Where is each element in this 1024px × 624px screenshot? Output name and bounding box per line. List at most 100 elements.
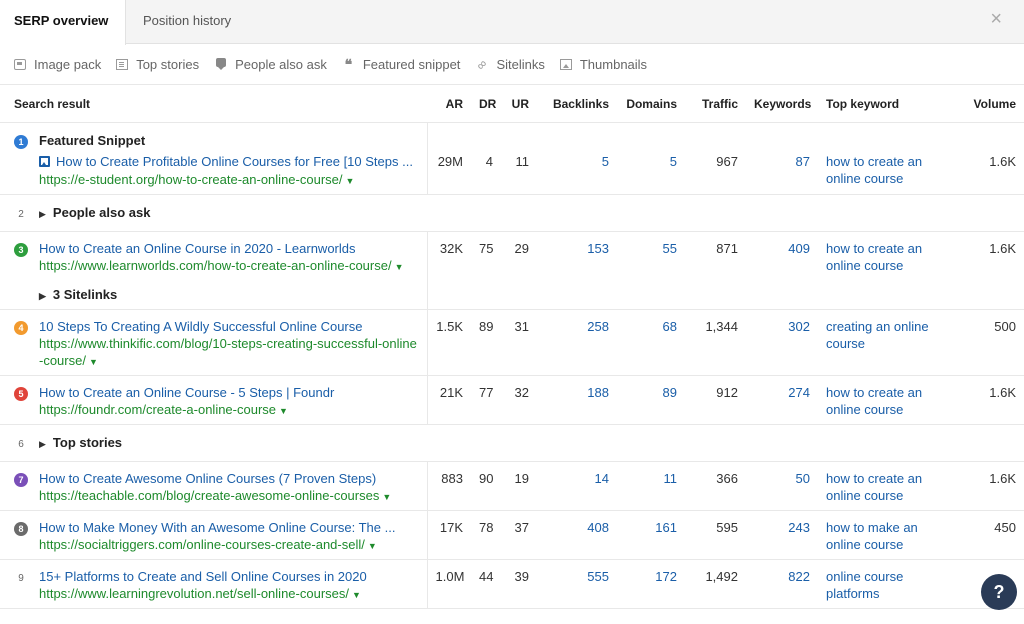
caret-down-icon[interactable]: ▼ (368, 541, 377, 551)
domains-value[interactable]: 161 (617, 510, 685, 560)
caret-down-icon[interactable]: ▼ (352, 590, 361, 600)
traffic-value: 1,492 (685, 559, 746, 609)
result-url[interactable]: https://e-student.org/how-to-create-an-o… (39, 172, 343, 187)
caret-down-icon[interactable]: ▼ (346, 176, 355, 186)
filter-label: Featured snippet (362, 56, 461, 72)
domains-value[interactable]: 68 (617, 309, 685, 376)
ur-value: 39 (501, 559, 537, 609)
keywords-value[interactable]: 243 (746, 510, 818, 560)
result-cell: 3 How to Create an Online Course in 2020… (0, 231, 428, 310)
backlinks-value[interactable]: 408 (537, 510, 617, 560)
backlinks-value[interactable]: 258 (537, 309, 617, 376)
result-title-link[interactable]: How to Create an Online Course in 2020 -… (39, 241, 356, 256)
ur-value: 37 (501, 510, 537, 560)
keywords-value[interactable]: 822 (746, 559, 818, 609)
domains-value[interactable]: 89 (617, 375, 685, 425)
ur-value: 31 (501, 309, 537, 376)
dr-value: 44 (471, 559, 501, 609)
tab-bar: SERP overview Position history × (0, 0, 1024, 45)
top-keyword-value[interactable]: creating an online course (818, 309, 956, 376)
serp-feature-filters: Image pack Top stories People also ask ❝… (14, 54, 662, 74)
col-domains[interactable]: Domains (617, 84, 685, 123)
volume-value: 1.6K (956, 231, 1024, 310)
caret-down-icon[interactable]: ▼ (395, 262, 404, 272)
result-url[interactable]: https://socialtriggers.com/online-course… (39, 537, 365, 552)
col-search-result[interactable]: Search result (0, 84, 427, 123)
tab-serp-overview[interactable]: SERP overview (0, 0, 126, 45)
col-volume[interactable]: Volume (956, 84, 1024, 123)
ar-value: 32K (427, 231, 471, 310)
domains-value[interactable]: 11 (617, 461, 685, 511)
filter-top-stories[interactable]: Top stories (116, 57, 199, 72)
position-number: 6 (18, 439, 24, 450)
close-icon[interactable]: × (990, 9, 1002, 29)
domains-value[interactable]: 172 (617, 559, 685, 609)
col-backlinks[interactable]: Backlinks (537, 84, 617, 123)
expand-triangle-icon[interactable]: ▶ (39, 209, 46, 219)
result-url[interactable]: https://foundr.com/create-a-online-cours… (39, 402, 276, 417)
expand-triangle-icon[interactable]: ▶ (39, 439, 46, 449)
caret-down-icon[interactable]: ▼ (279, 406, 288, 416)
result-cell: 1 Featured Snippet How to Create Profita… (0, 122, 428, 195)
empty-cell (427, 194, 1024, 232)
top-keyword-value[interactable]: how to create an online course (818, 375, 956, 425)
keywords-value[interactable]: 302 (746, 309, 818, 376)
col-keywords[interactable]: Keywords (746, 84, 818, 123)
keywords-value[interactable]: 87 (746, 122, 818, 195)
dr-value: 75 (471, 231, 501, 310)
help-button[interactable]: ? (981, 574, 1017, 610)
filter-thumbnails[interactable]: Thumbnails (559, 57, 647, 72)
top-keyword-value[interactable]: online course platforms (818, 559, 956, 609)
ur-value: 29 (501, 231, 537, 310)
caret-down-icon[interactable]: ▼ (382, 492, 391, 502)
ur-value: 32 (501, 375, 537, 425)
backlinks-value[interactable]: 14 (537, 461, 617, 511)
top-keyword-value[interactable]: how to create an online course (818, 231, 956, 310)
filter-featured-snippet[interactable]: ❝ Featured snippet (342, 57, 461, 72)
col-ur[interactable]: UR (501, 84, 537, 123)
filter-image-pack[interactable]: Image pack (14, 57, 101, 72)
result-title-link[interactable]: How to Create Awesome Online Courses (7 … (39, 471, 376, 486)
result-title-link[interactable]: How to Create an Online Course - 5 Steps… (39, 385, 334, 400)
tab-position-history[interactable]: Position history (129, 0, 245, 44)
table-row-group[interactable]: 6 ▶ Top stories (0, 424, 1024, 462)
result-url[interactable]: https://www.learnworlds.com/how-to-creat… (39, 258, 392, 273)
result-url[interactable]: https://teachable.com/blog/create-awesom… (39, 488, 379, 503)
result-title-link[interactable]: 15+ Platforms to Create and Sell Online … (39, 569, 367, 584)
keywords-value[interactable]: 409 (746, 231, 818, 310)
result-title-link[interactable]: How to Make Money With an Awesome Online… (39, 520, 395, 535)
table-row-group[interactable]: 2 ▶ People also ask (0, 194, 1024, 232)
backlinks-value[interactable]: 188 (537, 375, 617, 425)
table-row: 8 How to Make Money With an Awesome Onli… (0, 510, 1024, 560)
caret-down-icon[interactable]: ▼ (89, 357, 98, 367)
backlinks-value[interactable]: 153 (537, 231, 617, 310)
ar-value: 29M (427, 122, 471, 195)
result-cell: 5 How to Create an Online Course - 5 Ste… (0, 375, 428, 425)
col-traffic[interactable]: Traffic (685, 84, 746, 123)
col-ar[interactable]: AR (427, 84, 471, 123)
result-cell: 6 ▶ Top stories (0, 424, 427, 462)
top-keyword-value[interactable]: how to create an online course (818, 122, 956, 195)
domains-value[interactable]: 55 (617, 231, 685, 310)
backlinks-value[interactable]: 5 (537, 122, 617, 195)
top-keyword-value[interactable]: how to make an online course (818, 510, 956, 560)
result-title-link[interactable]: How to Create Profitable Online Courses … (56, 154, 413, 169)
result-title-link[interactable]: 10 Steps To Creating A Wildly Successful… (39, 319, 362, 334)
ar-value: 1.0M (427, 559, 471, 609)
ar-value: 21K (427, 375, 471, 425)
top-keyword-value[interactable]: how to create an online course (818, 461, 956, 511)
volume-value: 500 (956, 309, 1024, 376)
filter-people-also-ask[interactable]: People also ask (214, 57, 327, 72)
col-top-keyword[interactable]: Top keyword (818, 84, 956, 123)
col-dr[interactable]: DR (471, 84, 501, 123)
dr-value: 78 (471, 510, 501, 560)
backlinks-value[interactable]: 555 (537, 559, 617, 609)
position-badge: 1 (14, 135, 28, 149)
result-url[interactable]: https://www.learningrevolution.net/sell-… (39, 586, 349, 601)
position-badge: 5 (14, 387, 28, 401)
filter-sitelinks[interactable]: ∞ Sitelinks (473, 55, 545, 72)
keywords-value[interactable]: 274 (746, 375, 818, 425)
keywords-value[interactable]: 50 (746, 461, 818, 511)
domains-value[interactable]: 5 (617, 122, 685, 195)
sitelinks-toggle[interactable]: ▶ 3 Sitelinks (39, 286, 419, 305)
